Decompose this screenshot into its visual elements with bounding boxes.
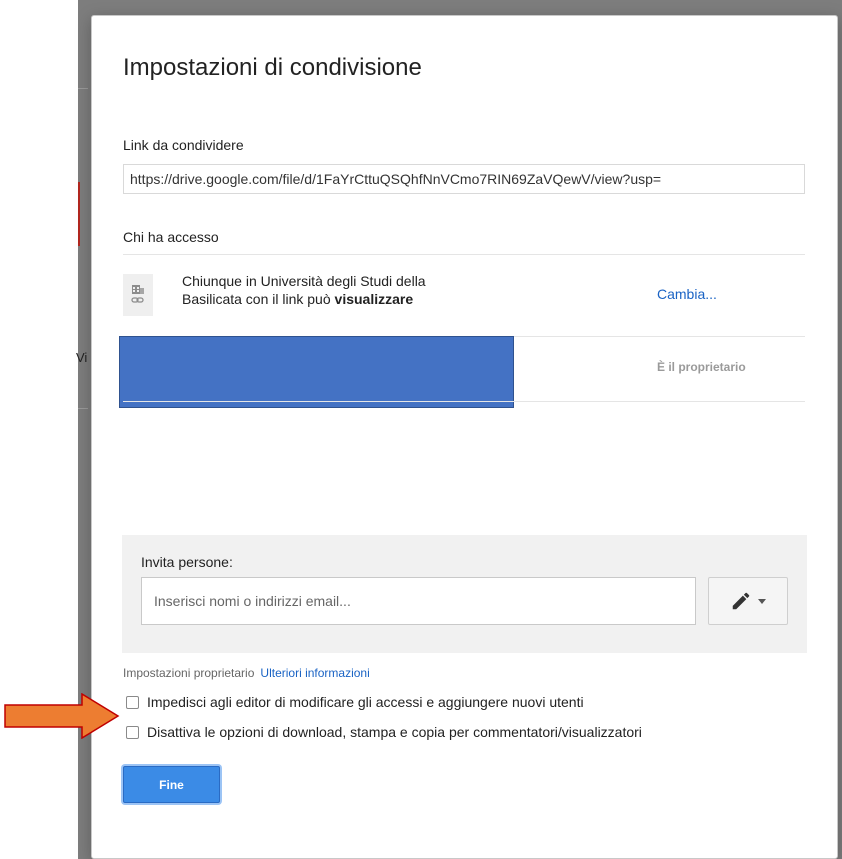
access-permission: visualizzare bbox=[334, 291, 414, 307]
access-line-2: Basilicata con il link può visualizzare bbox=[182, 290, 542, 308]
checkbox-row-prevent-editors: Impedisci agli editor di modificare gli … bbox=[126, 694, 584, 710]
access-line-1: Chiunque in Università degli Studi della bbox=[182, 273, 426, 289]
redacted-owner-name bbox=[119, 336, 514, 408]
background-partial-text: Vi bbox=[76, 350, 88, 365]
invite-label: Invita persone: bbox=[141, 554, 233, 570]
owner-settings-label: Impostazioni proprietario bbox=[123, 666, 255, 680]
pencil-icon bbox=[732, 592, 750, 610]
background-accent-line bbox=[78, 182, 80, 246]
owner-role: È il proprietario bbox=[657, 360, 746, 374]
share-link-label: Link da condividere bbox=[123, 137, 244, 153]
prevent-editors-label: Impedisci agli editor di modificare gli … bbox=[147, 694, 584, 710]
dialog-title: Impostazioni di condivisione bbox=[123, 54, 422, 81]
background-divider bbox=[78, 408, 88, 409]
background-divider bbox=[78, 88, 88, 89]
divider bbox=[123, 401, 805, 402]
chevron-down-icon bbox=[758, 598, 766, 604]
checkbox-row-disable-download: Disattiva le opzioni di download, stampa… bbox=[126, 724, 642, 740]
invite-email-input[interactable] bbox=[141, 577, 696, 625]
access-description: Chiunque in Università degli Studi della… bbox=[182, 272, 542, 308]
access-label: Chi ha accesso bbox=[123, 229, 219, 245]
divider bbox=[123, 254, 805, 255]
owner-settings: Impostazioni proprietario Ulteriori infor… bbox=[123, 666, 370, 680]
more-info-link[interactable]: Ulteriori informazioni bbox=[260, 666, 369, 680]
change-access-link[interactable]: Cambia... bbox=[657, 286, 717, 302]
sharing-settings-dialog: Impostazioni di condivisione Link da con… bbox=[91, 15, 838, 859]
disable-download-label: Disattiva le opzioni di download, stampa… bbox=[147, 724, 642, 740]
share-link-field[interactable]: https://drive.google.com/file/d/1FaYrCtt… bbox=[123, 164, 805, 194]
permission-dropdown-button[interactable] bbox=[708, 577, 788, 625]
disable-download-checkbox[interactable] bbox=[126, 725, 139, 739]
access-line-2-text: Basilicata con il link può bbox=[182, 291, 335, 307]
invite-people-panel: Invita persone: bbox=[122, 535, 807, 653]
done-button[interactable]: Fine bbox=[123, 766, 220, 803]
prevent-editors-checkbox[interactable] bbox=[126, 695, 139, 709]
annotation-arrow-icon bbox=[4, 693, 120, 739]
building-link-icon bbox=[123, 274, 153, 316]
